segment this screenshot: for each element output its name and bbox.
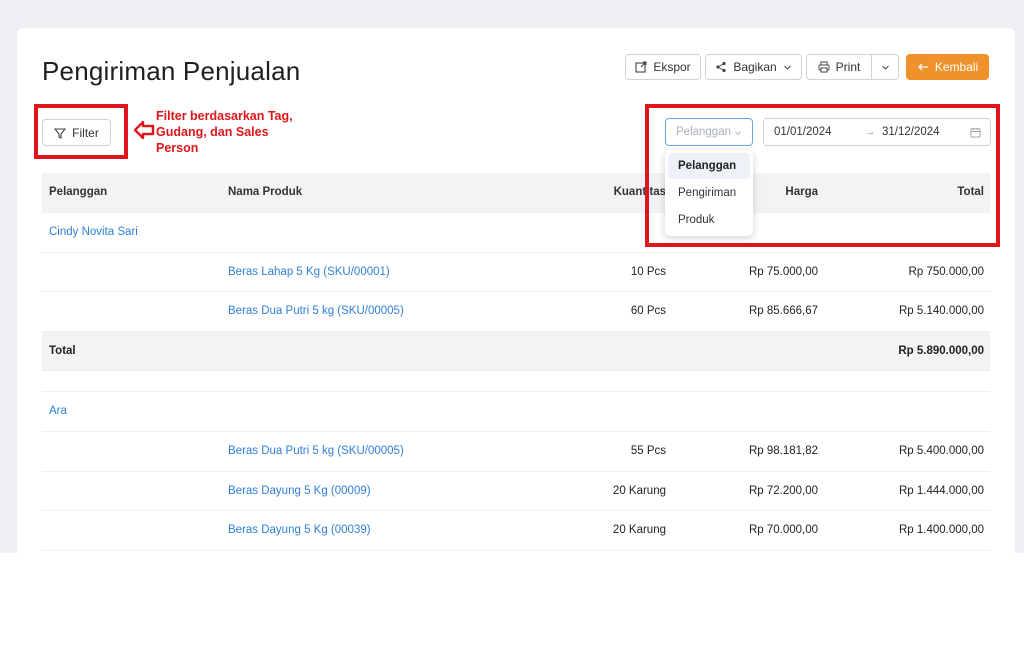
- price-cell: Rp 72.200,00: [748, 484, 818, 497]
- quantity-cell: 10 Pcs: [630, 265, 666, 278]
- customer-link[interactable]: Ara: [49, 405, 67, 417]
- back-button[interactable]: Kembali: [906, 54, 989, 80]
- quantity-cell: 55 Pcs: [630, 444, 666, 457]
- chevron-down-icon: [783, 65, 791, 70]
- total-label: Total: [49, 344, 76, 357]
- chevron-down-icon: [881, 65, 889, 70]
- print-button[interactable]: Print: [806, 54, 872, 80]
- arrow-left-icon: [917, 63, 928, 71]
- share-icon: [716, 61, 726, 73]
- printer-icon: [818, 61, 830, 73]
- export-button[interactable]: Ekspor: [625, 54, 701, 80]
- product-link[interactable]: Beras Dua Putri 5 kg (SKU/00005): [228, 445, 404, 457]
- print-label: Print: [835, 60, 861, 74]
- back-label: Kembali: [934, 60, 979, 74]
- product-link[interactable]: Beras Dua Putri 5 kg (SKU/00005): [228, 305, 404, 317]
- share-label: Bagikan: [733, 60, 777, 74]
- export-icon: [635, 61, 647, 73]
- total-cell: Rp 5.400.000,00: [898, 444, 984, 457]
- group-total-value: Rp 5.890.000,00: [898, 344, 984, 357]
- price-cell: Rp 85.666,67: [748, 305, 818, 318]
- total-cell: Rp 1.400.000,00: [898, 524, 984, 537]
- group-by-dropdown: Pelanggan Pengiriman Produk: [665, 150, 753, 236]
- customer-link[interactable]: Cindy Novita Sari: [49, 226, 138, 238]
- product-link[interactable]: Beras Dayung 5 Kg (00009): [228, 485, 371, 497]
- product-link[interactable]: Beras Lahap 5 Kg (SKU/00001): [228, 266, 390, 278]
- group-total-row: Total Rp 5.890.000,00: [42, 331, 990, 372]
- price-cell: Rp 98.181,82: [748, 444, 818, 457]
- table-row: Beras Lahap 5 Kg (SKU/00001) 10 Pcs Rp 7…: [42, 253, 990, 293]
- group-row: Ara: [42, 392, 990, 432]
- total-cell: Rp 750.000,00: [908, 265, 984, 278]
- export-label: Ekspor: [653, 60, 691, 74]
- print-options-button[interactable]: [871, 54, 899, 80]
- price-cell: Rp 75.000,00: [748, 265, 818, 278]
- total-cell: Rp 1.444.000,00: [898, 484, 984, 497]
- quantity-cell: 20 Karung: [612, 524, 666, 537]
- product-link[interactable]: Beras Dayung 5 Kg (00039): [228, 524, 371, 536]
- share-button[interactable]: Bagikan: [705, 54, 802, 80]
- group-by-option-produk[interactable]: Produk: [668, 207, 750, 233]
- group-by-option-pelanggan[interactable]: Pelanggan: [668, 153, 750, 179]
- quantity-cell: 60 Pcs: [630, 305, 666, 318]
- table-row: Beras Dua Putri 5 kg (SKU/00005) 55 Pcs …: [42, 432, 990, 472]
- quantity-cell: 20 Karung: [612, 484, 666, 497]
- filter-annotation: Filter berdasarkan Tag, Gudang, dan Sale…: [156, 109, 293, 155]
- filter-highlight-box: [34, 104, 128, 159]
- group-by-option-pengiriman[interactable]: Pengiriman: [668, 180, 750, 206]
- total-cell: Rp 5.140.000,00: [898, 305, 984, 318]
- table-row: Beras Dua Putri 5 kg (SKU/00005) 60 Pcs …: [42, 292, 990, 332]
- table-row: Beras Dayung 5 Kg (00009) 20 Karung Rp 7…: [42, 472, 990, 512]
- page-title: Pengiriman Penjualan: [42, 56, 301, 86]
- group-spacer: [42, 371, 990, 393]
- column-header-pelanggan: Pelanggan: [49, 186, 108, 198]
- column-header-nama-produk: Nama Produk: [228, 186, 303, 198]
- arrow-left-icon: [133, 120, 155, 140]
- price-cell: Rp 70.000,00: [748, 524, 818, 537]
- table-row: Beras Dayung 5 Kg (00039) 20 Karung Rp 7…: [42, 511, 990, 551]
